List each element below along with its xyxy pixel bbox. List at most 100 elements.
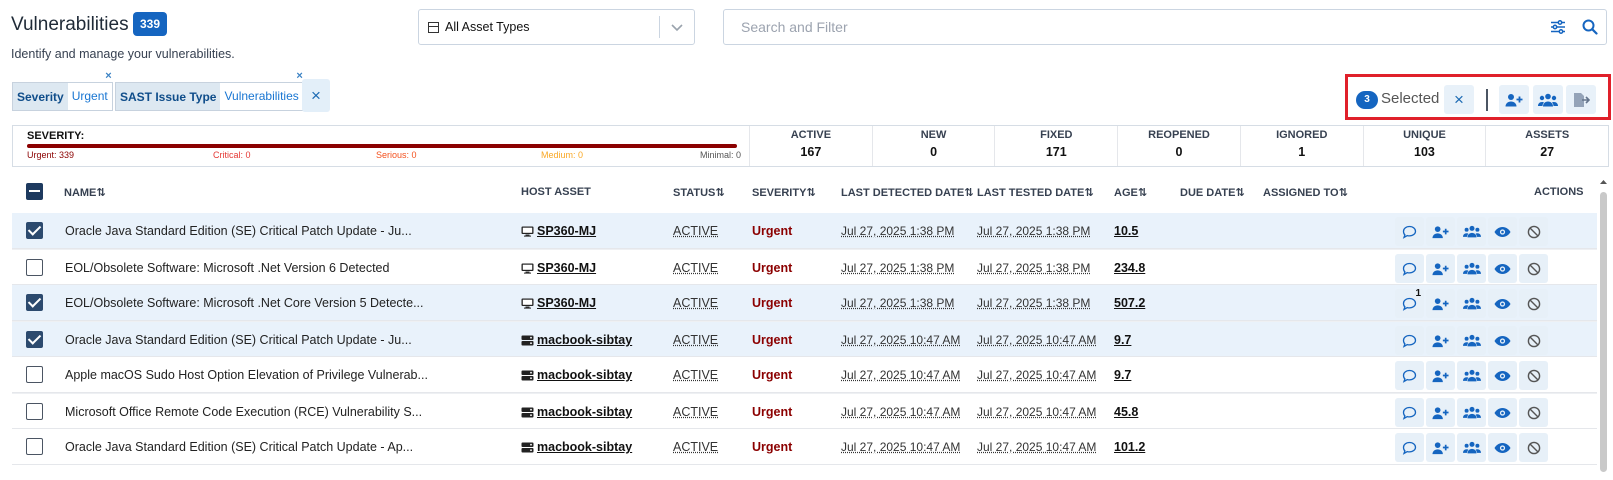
assign-user-button[interactable] [1426,217,1455,246]
column-header-assigned-to[interactable]: ASSIGNED TO⇅ [1263,186,1348,199]
assign-group-button[interactable] [1457,217,1486,246]
age-value[interactable]: 101.2 [1114,440,1145,454]
column-header-severity[interactable]: SEVERITY⇅ [752,186,816,199]
comment-button[interactable] [1395,398,1424,427]
column-header-age[interactable]: AGE⇅ [1114,186,1147,199]
comment-button[interactable] [1395,361,1424,390]
ignore-button[interactable] [1519,326,1548,355]
stat-new[interactable]: NEW 0 [873,126,996,166]
table-row[interactable]: Apple macOS Sudo Host Option Elevation o… [12,357,1597,393]
select-all-checkbox[interactable] [26,183,43,200]
comment-button[interactable] [1395,217,1424,246]
assign-user-button[interactable] [1426,289,1455,318]
column-header-last-detected[interactable]: LAST DETECTED DATE⇅ [841,186,973,199]
ignore-button[interactable] [1519,289,1548,318]
vulnerability-name[interactable]: EOL/Obsolete Software: Microsoft .Net Co… [65,296,424,310]
stat-ignored[interactable]: IGNORED 1 [1241,126,1364,166]
host-asset-link[interactable]: macbook-sibtay [521,440,632,454]
assign-group-button[interactable] [1457,398,1486,427]
clear-all-filters-button[interactable]: × [302,79,330,112]
view-button[interactable] [1488,398,1517,427]
age-value[interactable]: 9.7 [1114,333,1131,347]
assign-group-button[interactable] [1457,326,1486,355]
bulk-assign-user-button[interactable] [1499,85,1529,114]
assign-group-button[interactable] [1457,433,1486,462]
stat-unique[interactable]: UNIQUE 103 [1364,126,1487,166]
host-asset-link[interactable]: SP360-MJ [521,261,596,275]
stat-assets[interactable]: ASSETS 27 [1486,126,1608,166]
remove-filter-icon[interactable]: × [105,70,111,82]
asset-type-select[interactable]: All Asset Types [418,9,695,45]
filter-settings-icon[interactable] [1542,11,1574,43]
age-value[interactable]: 45.8 [1114,405,1138,419]
scrollbar-thumb[interactable] [1600,192,1607,472]
stat-reopened[interactable]: REOPENED 0 [1118,126,1241,166]
age-value[interactable]: 10.5 [1114,224,1138,238]
row-checkbox[interactable] [26,403,43,420]
host-asset-link[interactable]: macbook-sibtay [521,333,632,347]
view-button[interactable] [1488,361,1517,390]
column-header-due-date[interactable]: DUE DATE⇅ [1180,186,1245,199]
clear-selection-button[interactable]: × [1444,85,1474,114]
chevron-down-icon[interactable] [660,19,694,35]
table-row[interactable]: EOL/Obsolete Software: Microsoft .Net Co… [12,285,1597,321]
ignore-button[interactable] [1519,433,1548,462]
assign-group-button[interactable] [1457,361,1486,390]
host-asset-link[interactable]: SP360-MJ [521,296,596,310]
view-button[interactable] [1488,433,1517,462]
row-checkbox[interactable] [26,259,43,276]
search-icon[interactable] [1574,11,1606,43]
ignore-button[interactable] [1519,398,1548,427]
vulnerability-name[interactable]: Oracle Java Standard Edition (SE) Critic… [65,224,412,238]
table-scrollbar[interactable] [1599,178,1607,472]
table-row[interactable]: Microsoft Office Remote Code Execution (… [12,393,1597,429]
assign-user-button[interactable] [1426,254,1455,283]
comment-button[interactable]: 1 [1395,288,1424,318]
stat-active[interactable]: ACTIVE 167 [750,126,873,166]
view-button[interactable] [1488,289,1517,318]
table-row[interactable]: Oracle Java Standard Edition (SE) Critic… [12,321,1597,357]
vulnerability-name[interactable]: Microsoft Office Remote Code Execution (… [65,405,422,419]
age-value[interactable]: 234.8 [1114,261,1145,275]
row-checkbox[interactable] [26,331,43,348]
ignore-button[interactable] [1519,254,1548,283]
column-header-status[interactable]: STATUS⇅ [673,186,725,199]
ignore-button[interactable] [1519,217,1548,246]
assign-user-button[interactable] [1426,433,1455,462]
search-input[interactable] [741,19,1542,35]
vulnerability-name[interactable]: Apple macOS Sudo Host Option Elevation o… [65,368,428,382]
stat-fixed[interactable]: FIXED 171 [995,126,1119,166]
table-row[interactable]: EOL/Obsolete Software: Microsoft .Net Ve… [12,249,1597,285]
age-value[interactable]: 9.7 [1114,368,1131,382]
row-checkbox[interactable] [26,438,43,455]
filter-chip-value[interactable]: Urgent [68,83,112,110]
vulnerability-name[interactable]: Oracle Java Standard Edition (SE) Critic… [65,333,412,347]
assign-group-button[interactable] [1457,254,1486,283]
assign-user-button[interactable] [1426,326,1455,355]
column-header-last-tested[interactable]: LAST TESTED DATE⇅ [977,186,1094,199]
assign-user-button[interactable] [1426,398,1455,427]
host-asset-link[interactable]: macbook-sibtay [521,368,632,382]
column-header-name[interactable]: NAME⇅ [64,186,106,199]
comment-button[interactable] [1395,433,1424,462]
comment-button[interactable] [1395,326,1424,355]
vulnerability-name[interactable]: EOL/Obsolete Software: Microsoft .Net Ve… [65,261,389,275]
bulk-assign-group-button[interactable] [1533,85,1563,114]
vulnerability-name[interactable]: Oracle Java Standard Edition (SE) Critic… [65,440,413,454]
age-value[interactable]: 507.2 [1114,296,1145,310]
host-asset-link[interactable]: macbook-sibtay [521,405,632,419]
comment-button[interactable] [1395,254,1424,283]
view-button[interactable] [1488,217,1517,246]
row-checkbox[interactable] [26,294,43,311]
assign-user-button[interactable] [1426,361,1455,390]
table-row[interactable]: Oracle Java Standard Edition (SE) Critic… [12,429,1597,465]
view-button[interactable] [1488,326,1517,355]
assign-group-button[interactable] [1457,289,1486,318]
row-checkbox[interactable] [26,366,43,383]
bulk-export-button[interactable] [1566,85,1596,114]
table-row[interactable]: Oracle Java Standard Edition (SE) Critic… [12,213,1597,249]
row-checkbox[interactable] [26,222,43,239]
view-button[interactable] [1488,254,1517,283]
filter-chip-value[interactable]: Vulnerabilities [220,83,302,110]
ignore-button[interactable] [1519,361,1548,390]
